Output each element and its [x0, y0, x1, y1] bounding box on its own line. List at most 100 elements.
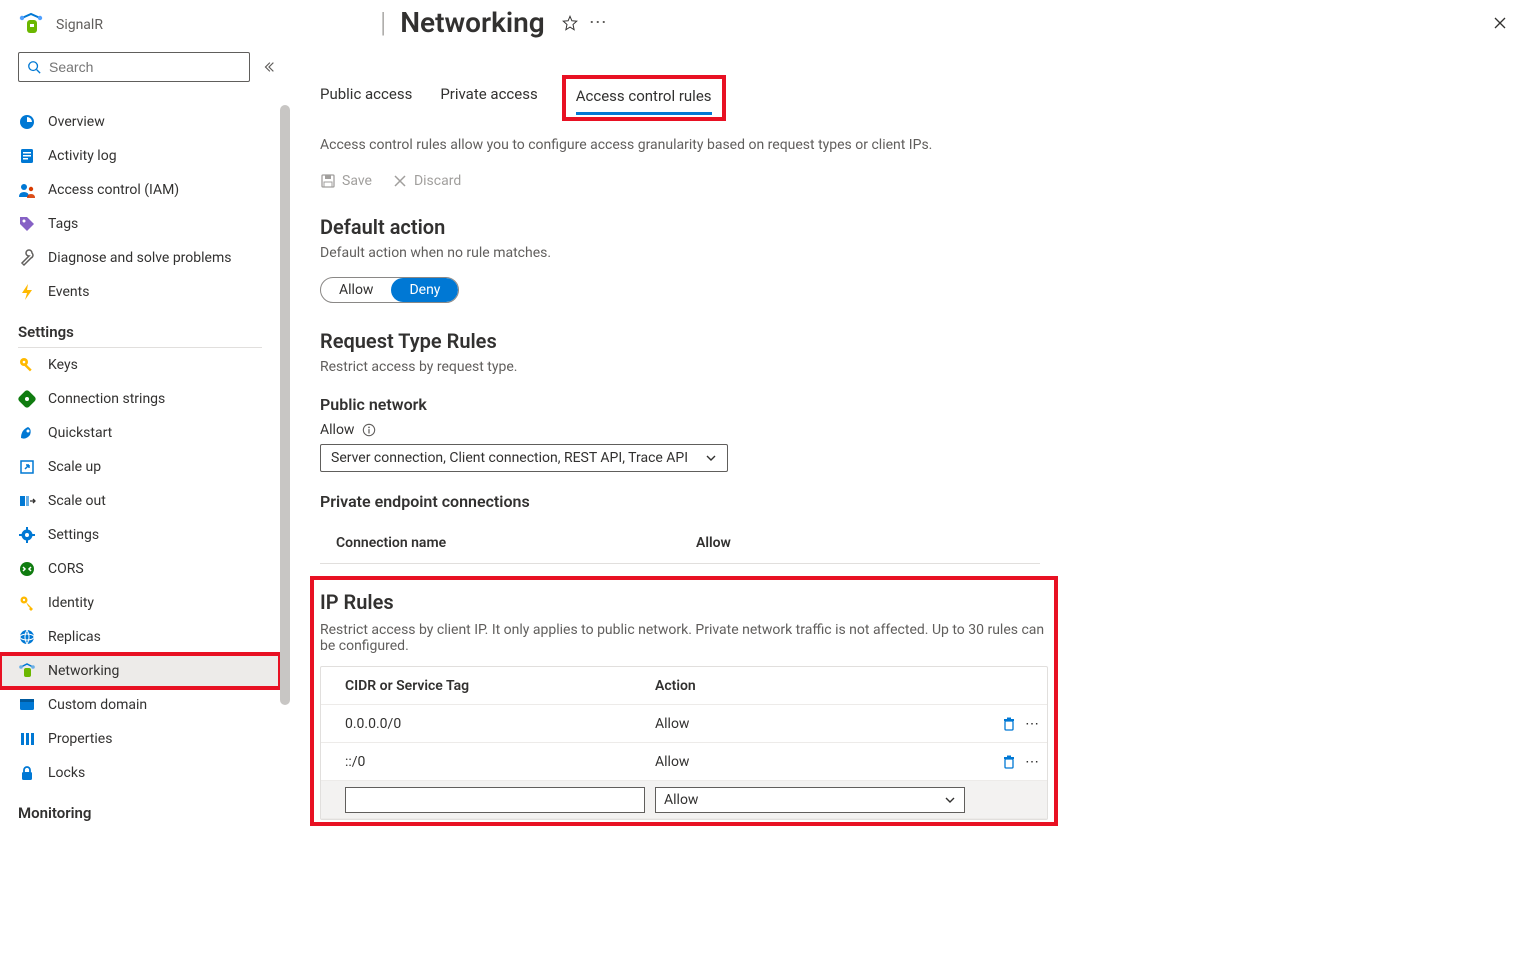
sidebar-item-diagnose[interactable]: Diagnose and solve problems — [0, 241, 280, 275]
request-type-rules-title: Request Type Rules — [320, 329, 1516, 353]
save-button[interactable]: Save — [320, 173, 372, 189]
sidebar-item-networking[interactable]: Networking — [0, 654, 280, 688]
sidebar-item-replicas[interactable]: Replicas — [0, 620, 280, 654]
sidebar-item-label: Locks — [48, 765, 85, 781]
toggle-deny[interactable]: Deny — [391, 278, 458, 302]
default-action-desc: Default action when no rule matches. — [320, 245, 1516, 261]
search-input[interactable] — [47, 58, 241, 76]
pe-col-allow: Allow — [696, 535, 731, 551]
sidebar-item-quickstart[interactable]: Quickstart — [0, 416, 280, 450]
sidebar: SignalR Overview Activity log Access con… — [0, 0, 290, 977]
properties-icon — [18, 730, 36, 748]
intro-text: Access control rules allow you to config… — [320, 137, 1516, 153]
sidebar-nav: Overview Activity log Access control (IA… — [0, 105, 280, 977]
sidebar-item-label: Overview — [48, 114, 105, 130]
more-icon[interactable]: ⋯ — [1025, 716, 1039, 732]
sidebar-item-label: Tags — [48, 216, 78, 232]
sidebar-scrollbar[interactable] — [280, 105, 290, 705]
sidebar-item-label: Properties — [48, 731, 112, 747]
scale-out-icon — [18, 492, 36, 510]
sidebar-item-connection-strings[interactable]: Connection strings — [0, 382, 280, 416]
discard-label: Discard — [414, 173, 461, 189]
sidebar-item-access-control[interactable]: Access control (IAM) — [0, 173, 280, 207]
tab-highlight: Access control rules — [566, 79, 722, 117]
page-title: Networking — [400, 6, 545, 39]
sidebar-item-label: Access control (IAM) — [48, 182, 179, 198]
sidebar-item-locks[interactable]: Locks — [0, 756, 280, 790]
search-icon — [27, 60, 41, 74]
resource-name: SignalR — [56, 17, 103, 33]
sidebar-item-keys[interactable]: Keys — [0, 348, 280, 382]
default-action-title: Default action — [320, 215, 1516, 239]
scale-up-icon — [18, 458, 36, 476]
sidebar-item-identity[interactable]: Identity — [0, 586, 280, 620]
sidebar-item-overview[interactable]: Overview — [0, 105, 280, 139]
sidebar-item-label: Activity log — [48, 148, 117, 164]
sidebar-item-activity-log[interactable]: Activity log — [0, 139, 280, 173]
overview-icon — [18, 113, 36, 131]
ip-table-header: CIDR or Service Tag Action — [321, 667, 1047, 705]
sidebar-item-properties[interactable]: Properties — [0, 722, 280, 756]
search-box[interactable] — [18, 52, 250, 82]
default-action-toggle[interactable]: Allow Deny — [320, 277, 459, 303]
sidebar-item-custom-domain[interactable]: Custom domain — [0, 688, 280, 722]
ip-rule-action: Allow — [651, 754, 983, 770]
sidebar-item-events[interactable]: Events — [0, 275, 280, 309]
discard-button[interactable]: Discard — [392, 173, 461, 189]
tab-access-control-rules[interactable]: Access control rules — [576, 81, 712, 115]
command-bar: Save Discard — [320, 173, 1516, 189]
sidebar-item-scale-up[interactable]: Scale up — [0, 450, 280, 484]
title-pipe: | — [380, 6, 386, 39]
public-network-title: Public network — [320, 395, 1516, 414]
iam-icon — [18, 181, 36, 199]
more-icon[interactable]: ⋯ — [1025, 754, 1039, 770]
pe-connections-title: Private endpoint connections — [320, 492, 1516, 511]
ip-rules-title: IP Rules — [320, 590, 1048, 614]
info-icon[interactable] — [362, 423, 376, 437]
ip-rules-desc: Restrict access by client IP. It only ap… — [320, 622, 1048, 654]
sidebar-item-label: Connection strings — [48, 391, 165, 407]
sidebar-item-cors[interactable]: CORS — [0, 552, 280, 586]
chevron-down-icon — [944, 794, 956, 806]
ip-rule-new-row: Allow — [321, 781, 1047, 819]
ip-rule-row: 0.0.0.0/0 Allow ⋯ — [321, 705, 1047, 743]
new-action-select[interactable]: Allow — [655, 787, 965, 813]
wrench-icon — [18, 249, 36, 267]
toggle-allow[interactable]: Allow — [321, 278, 391, 302]
gear-icon — [18, 526, 36, 544]
sidebar-item-label: Replicas — [48, 629, 101, 645]
tab-public-access[interactable]: Public access — [320, 79, 412, 117]
sidebar-item-settings[interactable]: Settings — [0, 518, 280, 552]
more-icon[interactable]: ⋯ — [589, 12, 607, 33]
collapse-sidebar-button[interactable] — [260, 58, 278, 76]
key-icon — [18, 356, 36, 374]
sidebar-item-label: Events — [48, 284, 89, 300]
resource-brand: SignalR — [0, 0, 290, 48]
new-cidr-input[interactable] — [345, 787, 645, 813]
ip-col-action: Action — [651, 678, 983, 694]
new-action-value: Allow — [664, 792, 698, 808]
sidebar-item-label: Custom domain — [48, 697, 147, 713]
sidebar-item-tags[interactable]: Tags — [0, 207, 280, 241]
ip-col-cidr: CIDR or Service Tag — [321, 678, 651, 694]
replicas-icon — [18, 628, 36, 646]
tab-private-access[interactable]: Private access — [440, 79, 537, 117]
ip-rules-table: CIDR or Service Tag Action 0.0.0.0/0 All… — [320, 666, 1048, 820]
ip-rules-highlight: IP Rules Restrict access by client IP. I… — [314, 580, 1054, 822]
favorite-icon[interactable] — [561, 14, 579, 32]
custom-domain-icon — [18, 696, 36, 714]
allow-dropdown-value: Server connection, Client connection, RE… — [331, 450, 688, 466]
events-icon — [18, 283, 36, 301]
allow-label: Allow — [320, 422, 354, 438]
sidebar-item-label: Networking — [48, 663, 119, 679]
sidebar-item-label: Scale up — [48, 459, 101, 475]
allow-dropdown[interactable]: Server connection, Client connection, RE… — [320, 444, 728, 472]
sidebar-section-settings: Settings — [0, 309, 280, 345]
close-button[interactable] — [1484, 7, 1516, 39]
sidebar-item-label: Quickstart — [48, 425, 112, 441]
sidebar-item-scale-out[interactable]: Scale out — [0, 484, 280, 518]
sidebar-item-label: Keys — [48, 357, 78, 373]
delete-icon[interactable] — [1001, 754, 1017, 770]
ip-rule-cidr: 0.0.0.0/0 — [321, 716, 651, 732]
delete-icon[interactable] — [1001, 716, 1017, 732]
